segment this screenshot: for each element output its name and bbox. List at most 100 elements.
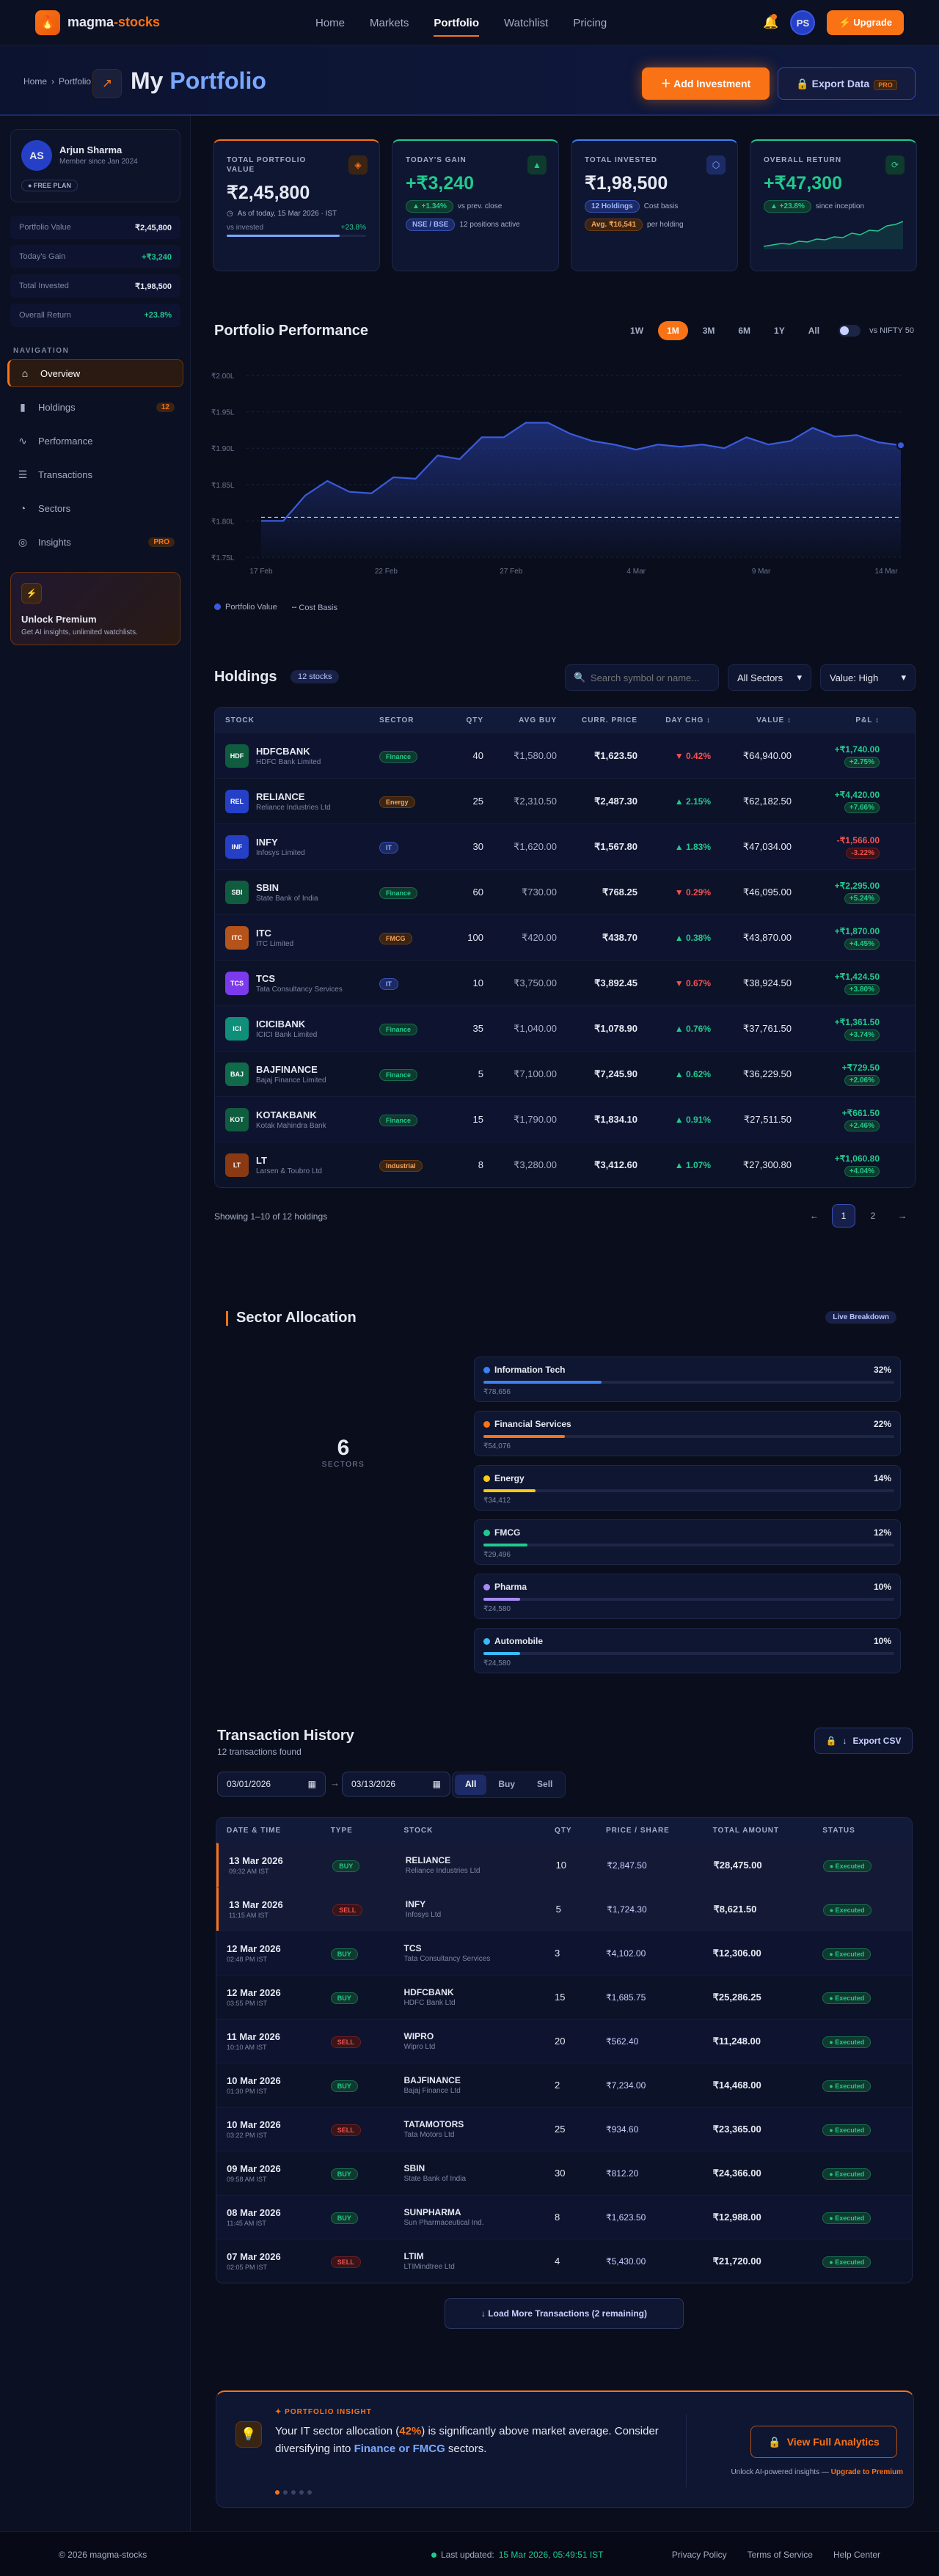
- table-row[interactable]: 13 Mar 2026 11:15 AM IST SELL INFY Infosys L…: [216, 1887, 912, 1931]
- upgrade-button[interactable]: ⚡ Upgrade: [827, 10, 904, 35]
- ticker-logo: BAJ: [225, 1062, 249, 1086]
- footer-link-help-center[interactable]: Help Center: [833, 2550, 880, 2560]
- footer-link-terms-of-service[interactable]: Terms of Service: [748, 2550, 813, 2560]
- user-avatar[interactable]: PS: [790, 10, 816, 35]
- range-3m[interactable]: 3M: [694, 321, 724, 340]
- table-row[interactable]: 13 Mar 2026 09:32 AM IST BUY RELIANCE Relian…: [216, 1843, 912, 1887]
- sidebar-item-holdings[interactable]: ▮ Holdings 12: [7, 393, 183, 421]
- holdings-col-header[interactable]: DAY CHG ↕: [648, 716, 721, 724]
- table-row[interactable]: 10 Mar 2026 01:30 PM IST BUY BAJFINANCE Baja…: [216, 2063, 912, 2107]
- page-2-button[interactable]: 2: [861, 1204, 885, 1228]
- next-page-button[interactable]: →: [891, 1204, 914, 1228]
- filter-sell[interactable]: Sell: [527, 1775, 563, 1795]
- kpi-value: +₹47,300: [764, 173, 842, 194]
- range-6m[interactable]: 6M: [729, 321, 759, 340]
- premium-promo-card[interactable]: ⚡ Unlock Premium Get AI insights, unlimi…: [10, 572, 180, 645]
- table-row[interactable]: SBI SBIN State Bank of India Finance 60 ₹730.…: [215, 869, 915, 914]
- table-row[interactable]: 12 Mar 2026 03:55 PM IST BUY HDFCBANK HDFC B…: [216, 1975, 912, 2019]
- tx-price: ₹934.60: [605, 2124, 639, 2135]
- holdings-table: STOCK SECTOR QTY AVG BUY CURR. PRICE DAY CHG …: [214, 707, 916, 1188]
- nav-portfolio[interactable]: Portfolio: [434, 14, 479, 37]
- view-analytics-button[interactable]: 🔒 View Full Analytics: [750, 2426, 897, 2458]
- range-1m[interactable]: 1M: [658, 321, 688, 340]
- compare-toggle[interactable]: [838, 325, 861, 337]
- table-row[interactable]: 08 Mar 2026 11:45 AM IST BUY SUNPHARMA Sun P…: [216, 2195, 912, 2239]
- ticker-logo: INF: [225, 834, 249, 859]
- holdings-search-input[interactable]: [565, 664, 719, 691]
- avg-buy-cell: ₹1,040.00: [514, 1022, 557, 1034]
- nav-watchlist[interactable]: Watchlist: [504, 14, 548, 32]
- export-data-button[interactable]: 🔒 Export Data PRO: [778, 67, 916, 100]
- pnl-percent: +4.04%: [844, 1165, 880, 1177]
- sector-row[interactable]: Energy 14% ₹34,412: [474, 1465, 901, 1511]
- table-row[interactable]: HDF HDFCBANK HDFC Bank Limited Finance 40 ₹1,…: [215, 733, 915, 778]
- nav-pricing[interactable]: Pricing: [573, 14, 607, 32]
- range-all[interactable]: All: [800, 321, 828, 340]
- profile-name: Arjun Sharma: [59, 144, 123, 155]
- page-1-button[interactable]: 1: [832, 1204, 855, 1228]
- sidebar-item-sectors[interactable]: ◔ Sectors: [7, 494, 183, 522]
- pnl-percent: +5.24%: [844, 892, 880, 904]
- performance-chart: ₹2.00L ₹1.95L ₹1.90L ₹1.85L ₹1.80L ₹1.75L 17 F…: [211, 373, 905, 576]
- x-tick-label: 22 Feb: [375, 568, 398, 576]
- sector-row[interactable]: FMCG 12% ₹29,496: [474, 1519, 901, 1565]
- table-row[interactable]: KOT KOTAKBANK Kotak Mahindra Bank Finance 15…: [215, 1096, 915, 1142]
- table-row[interactable]: REL RELIANCE Reliance Industries Ltd Energy…: [215, 778, 915, 823]
- table-row[interactable]: 12 Mar 2026 02:48 PM IST BUY TCS Tata Consul…: [216, 1931, 912, 1975]
- table-row[interactable]: INF INFY Infosys Limited IT 30 ₹1,620.00 ₹1,56…: [215, 823, 915, 869]
- range-1y[interactable]: 1Y: [765, 321, 794, 340]
- prev-page-button[interactable]: ←: [803, 1204, 826, 1228]
- add-investment-button[interactable]: ＋ Add Investment: [642, 67, 770, 100]
- carousel-dots[interactable]: [275, 2490, 312, 2495]
- load-more-button[interactable]: ↓ Load More Transactions (2 remaining): [445, 2298, 684, 2329]
- sector-row[interactable]: Automobile 10% ₹24,580: [474, 1628, 901, 1673]
- sparkle-icon: ⚡: [21, 583, 42, 603]
- upgrade-link[interactable]: Upgrade to Premium: [831, 2468, 903, 2476]
- filter-all[interactable]: All: [455, 1775, 487, 1795]
- value-cell: ₹46,095.00: [742, 886, 792, 898]
- tx-date: 13 Mar 2026: [229, 1899, 283, 1910]
- holdings-col-header[interactable]: P&L ↕: [802, 716, 890, 724]
- avg-buy-cell: ₹1,620.00: [514, 840, 557, 852]
- holdings-col-header[interactable]: VALUE ↕: [721, 716, 802, 724]
- nav-markets[interactable]: Markets: [370, 14, 409, 32]
- table-row[interactable]: 11 Mar 2026 10:10 AM IST SELL WIPRO Wipro Lt…: [216, 2019, 912, 2063]
- filter-buy[interactable]: Buy: [488, 1775, 525, 1795]
- table-row[interactable]: BAJ BAJFINANCE Bajaj Finance Limited Financ…: [215, 1051, 915, 1096]
- insight-link[interactable]: Finance or FMCG: [354, 2443, 445, 2455]
- promo-title: Unlock Premium: [21, 614, 97, 625]
- sector-row[interactable]: Financial Services 22% ₹54,076: [474, 1411, 901, 1456]
- table-row[interactable]: TCS TCS Tata Consultancy Services IT 10 ₹3,75…: [215, 960, 915, 1005]
- sidebar-item-performance[interactable]: ∿ Performance: [7, 427, 183, 455]
- avg-buy-cell: ₹2,310.50: [514, 795, 557, 807]
- table-row[interactable]: 07 Mar 2026 02:05 PM IST SELL LTIM LTIMindtr…: [216, 2239, 912, 2283]
- sector-filter-select[interactable]: All Sectors ▾: [728, 664, 811, 691]
- table-row[interactable]: ITC ITC ITC Limited FMCG 100 ₹420.00 ₹438.70 ▲ …: [215, 914, 915, 960]
- nav-home[interactable]: Home: [315, 14, 345, 32]
- sector-row[interactable]: Pharma 10% ₹24,580: [474, 1574, 901, 1619]
- date-to-input[interactable]: 03/13/2026 ▦: [342, 1772, 450, 1797]
- sector-name: Energy: [494, 1473, 525, 1483]
- brand-logo[interactable]: 🔥 magma-stocks: [35, 10, 160, 35]
- last-point-marker[interactable]: [896, 441, 905, 450]
- holdings-section: Holdings 12 stocks 🔍 All Sectors▾ Value:…: [197, 645, 932, 1261]
- sidebar-item-insights[interactable]: ◎ Insights PRO: [7, 528, 183, 556]
- footer-link-privacy-policy[interactable]: Privacy Policy: [672, 2550, 727, 2560]
- table-row[interactable]: 10 Mar 2026 03:22 PM IST SELL TATAMOTORS Tat…: [216, 2107, 912, 2151]
- qty-cell: 15: [472, 1114, 483, 1125]
- breadcrumb-home[interactable]: Home: [23, 76, 47, 87]
- table-row[interactable]: LT LT Larsen & Toubro Ltd Industrial 8 ₹3,280…: [215, 1142, 915, 1187]
- date-from-input[interactable]: 03/01/2026 ▦: [217, 1772, 326, 1797]
- sidebar-badge: PRO: [148, 537, 175, 547]
- sidebar-item-overview[interactable]: ⌂ Overview: [7, 359, 183, 387]
- sidebar-item-transactions[interactable]: ☰ Transactions: [7, 460, 183, 488]
- table-row[interactable]: ICI ICICIBANK ICICI Bank Limited Finance 35 ₹…: [215, 1005, 915, 1051]
- export-csv-button[interactable]: 🔒 ↓ Export CSV: [814, 1728, 913, 1754]
- pulse-icon: ∿: [18, 434, 27, 447]
- bell-icon[interactable]: 🔔: [763, 14, 778, 30]
- table-row[interactable]: 09 Mar 2026 09:58 AM IST BUY SBIN State Bank…: [216, 2151, 912, 2195]
- sort-select[interactable]: Value: High ▾: [820, 664, 916, 691]
- range-1w[interactable]: 1W: [621, 321, 652, 340]
- ticker-logo: LT: [225, 1153, 249, 1177]
- sector-row[interactable]: Information Tech 32% ₹78,656: [474, 1357, 901, 1402]
